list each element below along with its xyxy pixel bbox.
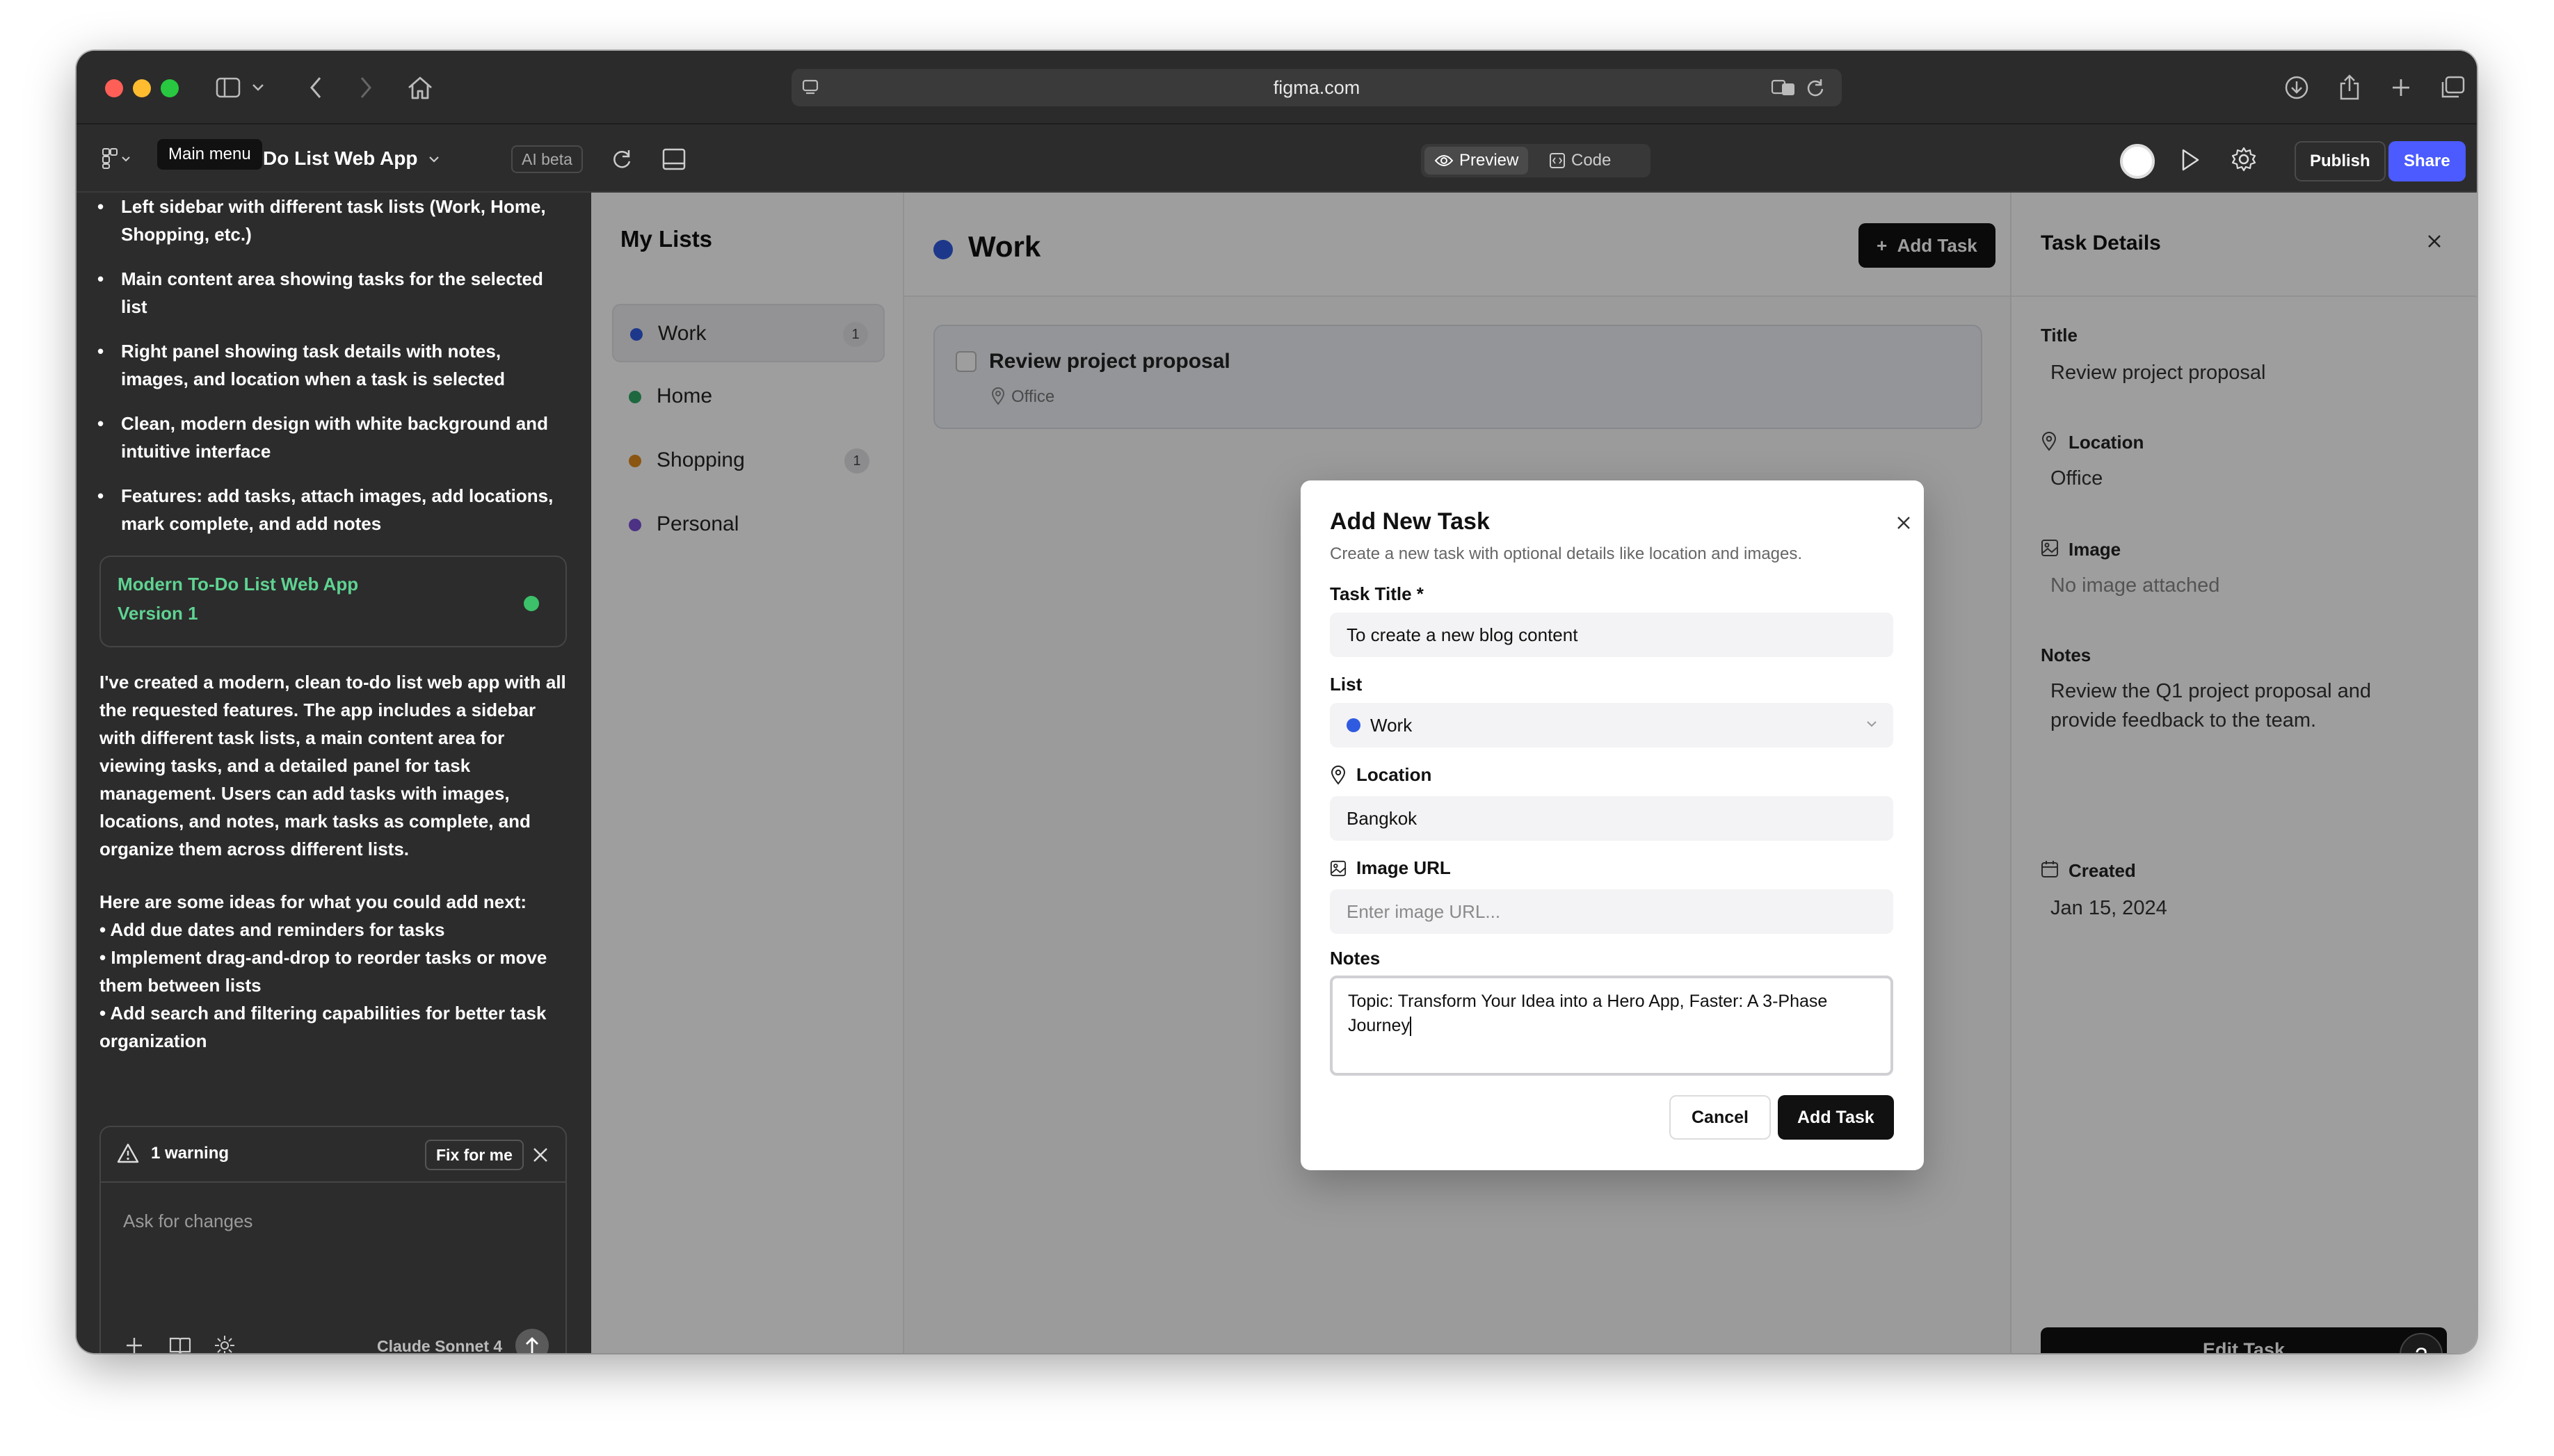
model-selector[interactable]: Claude Sonnet 4 — [377, 1337, 502, 1353]
list-label-text: List — [1330, 674, 1363, 695]
dialog-subtitle: Create a new task with optional details … — [1330, 544, 1803, 563]
dialog-title: Add New Task — [1330, 508, 1490, 535]
avatar[interactable] — [2120, 144, 2155, 179]
new-tab-icon[interactable] — [2383, 70, 2419, 106]
chevron-down-icon[interactable] — [248, 70, 268, 106]
status-dot — [524, 596, 539, 611]
list-item: Features: add tasks, attach images, add … — [97, 482, 566, 537]
share-button[interactable]: Share — [2388, 141, 2466, 181]
translate-icon[interactable] — [1771, 79, 1796, 97]
close-icon[interactable] — [1896, 515, 1911, 531]
list-color-dot — [1347, 718, 1360, 732]
version-card[interactable]: Modern To-Do List Web App Version 1 — [99, 556, 567, 647]
chevron-down-icon — [1865, 720, 1878, 728]
list-select-value: Work — [1370, 715, 1413, 736]
warning-bar: 1 warning Fix for me — [101, 1127, 565, 1183]
arrow-up-icon — [526, 1337, 538, 1353]
ideas-block: Here are some ideas for what you could a… — [99, 888, 572, 1055]
project-name[interactable]: Do List Web App — [263, 142, 417, 175]
figma-toolbar: Main menu Do List Web App AI beta Previe… — [77, 124, 2477, 193]
image-url-label: Image URL — [1330, 857, 1451, 879]
play-icon[interactable] — [2180, 148, 2201, 172]
fix-for-me-button[interactable]: Fix for me — [425, 1140, 524, 1170]
refresh-icon[interactable] — [611, 148, 633, 170]
back-icon[interactable] — [298, 70, 334, 106]
add-task-dialog: Add New Task Create a new task with opti… — [1301, 480, 1924, 1170]
main-menu-tooltip: Main menu — [157, 139, 262, 170]
location-pin-icon — [1331, 765, 1346, 785]
notes-label-text: Notes — [1330, 948, 1381, 969]
figma-menu-icon[interactable] — [102, 147, 132, 170]
task-title-label-text: Task Title * — [1330, 583, 1424, 604]
list-label: List — [1330, 674, 1362, 695]
address-bar[interactable]: figma.com — [792, 69, 1842, 106]
code-icon — [1550, 153, 1565, 168]
location-field-label: Location — [1330, 764, 1431, 786]
home-icon[interactable] — [402, 70, 438, 106]
url-text: figma.com — [1273, 77, 1360, 98]
eye-icon — [1434, 155, 1454, 166]
book-icon[interactable] — [169, 1336, 191, 1353]
list-item: Right panel showing task details with no… — [97, 337, 566, 393]
notes-textarea[interactable]: Topic: Transform Your Idea into a Hero A… — [1330, 976, 1893, 1076]
maximize-window-button[interactable] — [161, 79, 179, 97]
idea-item: • Implement drag-and-drop to reorder tas… — [99, 947, 547, 996]
task-title-label: Task Title * — [1330, 583, 1424, 605]
forward-icon[interactable] — [348, 70, 384, 106]
task-title-input[interactable]: To create a new blog content — [1330, 613, 1893, 657]
reload-icon[interactable] — [1806, 78, 1825, 97]
list-select[interactable]: Work — [1330, 703, 1893, 747]
image-url-input[interactable]: Enter image URL... — [1330, 889, 1893, 934]
minimize-window-button[interactable] — [133, 79, 151, 97]
app-preview: My Lists Work 1 Home Shopping 1 Personal — [591, 193, 2477, 1353]
warning-text: 1 warning — [151, 1144, 230, 1163]
assistant-message: I've created a modern, clean to-do list … — [99, 672, 566, 859]
sparkle-icon[interactable] — [214, 1334, 236, 1353]
idea-item: • Add search and filtering capabilities … — [99, 1003, 547, 1051]
share-sheet-icon[interactable] — [2331, 70, 2368, 106]
preview-label: Preview — [1459, 151, 1519, 170]
image-url-label-text: Image URL — [1356, 857, 1451, 878]
add-task-submit-button[interactable]: Add Task — [1778, 1095, 1894, 1140]
version-label: Version 1 — [118, 603, 198, 624]
preview-code-toggle: Preview Code — [1421, 144, 1651, 177]
ai-chat-panel: Left sidebar with different task lists (… — [77, 193, 591, 1353]
close-window-button[interactable] — [105, 79, 123, 97]
browser-titlebar: figma.com — [77, 51, 2477, 124]
warning-triangle-icon — [116, 1142, 140, 1165]
layout-toggle-icon[interactable] — [662, 148, 686, 170]
notes-label: Notes — [1330, 948, 1380, 969]
ai-beta-badge: AI beta — [511, 145, 583, 173]
tab-overview-icon[interactable] — [2434, 70, 2471, 106]
plus-icon[interactable] — [125, 1336, 144, 1353]
chat-input[interactable]: Ask for changes — [123, 1211, 252, 1232]
notes-text: Topic: Transform Your Idea into a Hero A… — [1348, 992, 1828, 1035]
list-item: Left sidebar with different task lists (… — [97, 193, 566, 248]
location-input[interactable]: Bangkok — [1330, 796, 1893, 841]
chat-composer: 1 warning Fix for me Ask for changes Cla… — [99, 1126, 567, 1353]
browser-window: figma.com Main menu Do List Web App AI b… — [77, 51, 2477, 1353]
sidebar-toggle-icon[interactable] — [210, 70, 246, 106]
ideas-intro: Here are some ideas for what you could a… — [99, 891, 527, 912]
downloads-icon[interactable] — [2279, 70, 2315, 106]
preview-tab[interactable]: Preview — [1424, 147, 1529, 175]
send-button[interactable] — [515, 1329, 549, 1353]
settings-gear-icon[interactable] — [2231, 147, 2256, 172]
list-item: Clean, modern design with white backgrou… — [97, 410, 566, 465]
cancel-button[interactable]: Cancel — [1669, 1095, 1771, 1140]
feature-list: Left sidebar with different task lists (… — [97, 193, 566, 554]
code-label: Code — [1571, 151, 1612, 170]
list-item: Main content area showing tasks for the … — [97, 265, 566, 321]
location-label-text: Location — [1356, 764, 1432, 785]
code-tab[interactable]: Code — [1539, 147, 1621, 175]
publish-button[interactable]: Publish — [2295, 141, 2386, 181]
close-icon[interactable] — [532, 1147, 549, 1163]
chevron-down-icon[interactable] — [428, 155, 440, 163]
text-cursor — [1409, 1017, 1411, 1037]
version-card-title: Modern To-Do List Web App — [118, 574, 359, 594]
idea-item: • Add due dates and reminders for tasks — [99, 919, 445, 940]
image-icon — [1330, 860, 1347, 876]
